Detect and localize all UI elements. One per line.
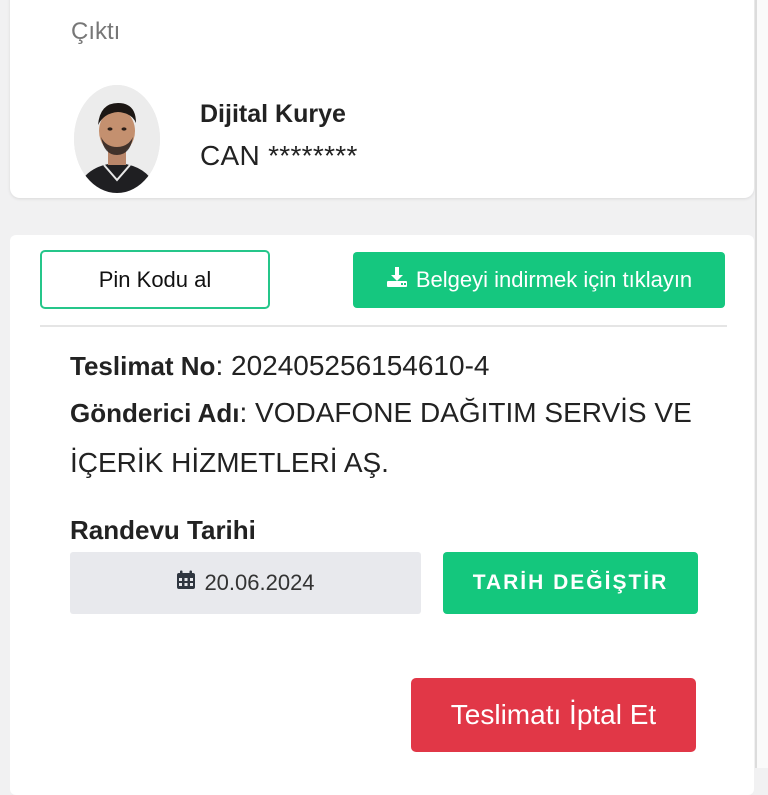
cancel-delivery-button[interactable]: Teslimatı İptal Et — [411, 678, 696, 752]
download-document-label: Belgeyi indirmek için tıklayın — [415, 267, 693, 292]
change-date-button[interactable]: TARİH DEĞİŞTİR — [443, 552, 698, 614]
sender-name-label: Gönderici Adı — [70, 398, 240, 428]
delivery-number: Teslimat No: 202405256154610-4 — [70, 341, 489, 391]
delivery-number-label: Teslimat No — [70, 351, 216, 381]
divider — [40, 325, 727, 327]
breadcrumb: Çıktı — [71, 18, 121, 45]
scrollbar[interactable] — [755, 0, 768, 768]
delivery-number-value: : 202405256154610-4 — [215, 350, 490, 381]
avatar — [74, 85, 160, 193]
calendar-icon — [176, 570, 196, 596]
appointment-date-field: 20.06.2024 — [70, 552, 421, 614]
courier-name: CAN ******** — [200, 140, 358, 171]
pin-code-button[interactable]: Pin Kodu al — [40, 250, 270, 309]
pin-code-button-label: Pin Kodu al — [98, 266, 212, 292]
appointment-date-label: Randevu Tarihi — [70, 515, 256, 545]
download-icon — [386, 266, 408, 294]
sender-name: Gönderici Adı: VODAFONE DAĞITIM SERVİS V… — [70, 388, 710, 488]
courier-title: Dijital Kurye — [200, 100, 346, 128]
download-document-button[interactable]: Belgeyi indirmek için tıklayın — [353, 252, 725, 308]
appointment-date-value: 20.06.2024 — [204, 570, 315, 595]
